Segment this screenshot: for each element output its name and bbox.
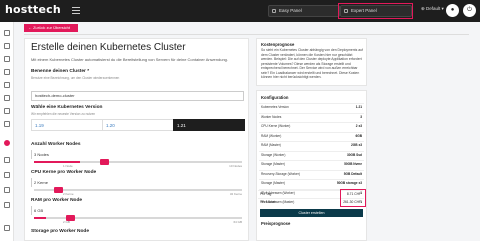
config-key: Recovery-Storage (Worker) — [261, 171, 300, 176]
create-cluster-button[interactable]: Cluster erstellen — [260, 209, 363, 217]
config-row: Storage (Worker) 30GB Ssd — [259, 150, 364, 158]
config-key: RAM (Worker) — [261, 133, 282, 138]
config-key: Worker Nodes — [261, 114, 282, 119]
ram-min: 2 GB — [63, 220, 70, 224]
config-row: RAM (Master) 2GB x3 — [259, 141, 364, 148]
cpu-thumb[interactable] — [54, 187, 63, 193]
config-value: 1.21 — [355, 105, 362, 109]
config-row: CPU Kerne (Worker) 2 x3 — [259, 122, 364, 129]
logout-icon[interactable]: ⏻ — [463, 4, 476, 17]
version-label: Wähle eine Kubernetes Version — [31, 105, 103, 110]
expert-panel-button[interactable]: Expert Panel — [340, 5, 412, 17]
easy-panel-button[interactable]: Easy Panel — [268, 5, 340, 17]
shield-icon[interactable] — [4, 121, 10, 127]
panel-icon — [272, 9, 276, 13]
config-key: CPU Kerne (Worker) — [261, 124, 291, 128]
config-row: Storage (Master) 50GB Nvme — [259, 160, 364, 167]
cluster-name-hint: Benutze eine Bezeichnung, um den Cluster… — [31, 76, 120, 80]
cpu-label: CPU Kerne pro Worker Node — [31, 170, 97, 175]
ram-max: 64 GB — [233, 220, 242, 224]
ram-slider[interactable] — [34, 215, 242, 221]
config-row: Recovery-Storage (Worker) 5GB Default — [259, 169, 364, 177]
config-value: 3 — [360, 114, 362, 119]
mail-icon[interactable] — [4, 108, 10, 114]
config-row: Worker Nodes 3 — [259, 112, 364, 120]
cost-forecast-note: So sieht ein Kubernetes Cluster abhängig… — [261, 48, 363, 79]
divider — [24, 34, 469, 35]
worker-nodes-slider[interactable] — [34, 159, 242, 165]
database-icon[interactable] — [4, 82, 10, 88]
page-description: Mit einem Kubernetes Cluster automatisie… — [31, 57, 228, 62]
version-option-1-21[interactable]: 1.21 — [173, 119, 245, 131]
config-key: Storage (Master) — [261, 181, 285, 185]
cloud-icon[interactable] — [4, 69, 10, 75]
ram-label: RAM pro Worker Node — [31, 198, 83, 203]
configuration-title: Konfiguration — [261, 95, 289, 100]
config-value: 50GB storage x3 — [336, 181, 362, 185]
menu-toggle-icon[interactable] — [72, 7, 80, 14]
top-navigation-bar: hosttech Easy Panel Expert Panel ⊕ Defau… — [0, 0, 480, 22]
config-row: RAM (Worker) 6GB — [259, 131, 364, 139]
page-title: Erstelle deinen Kubernetes Cluster — [31, 42, 186, 53]
worker-nodes-fill — [34, 161, 80, 163]
box-icon[interactable] — [4, 157, 10, 163]
summary-column: Kostenprognose So sieht ein Kubernetes C… — [256, 38, 367, 241]
worker-nodes-min: 1 Node — [63, 164, 73, 168]
easy-panel-label: Easy Panel — [279, 8, 302, 13]
config-value: 6GB — [355, 133, 362, 138]
ram-fill — [34, 217, 47, 219]
cluster-form: Erstelle deinen Kubernetes Cluster Mit e… — [24, 38, 249, 241]
cpu-min: 2 Kerne — [63, 192, 74, 196]
sidebar — [0, 22, 14, 241]
config-key: RAM (Master) — [261, 143, 281, 147]
panel-icon — [344, 9, 348, 13]
ram-value: 6 GB — [34, 208, 44, 213]
cluster-name-label: Benenne deinen Cluster * — [31, 69, 90, 74]
user-avatar-icon[interactable]: ● — [446, 4, 459, 17]
cpu-slider[interactable] — [34, 187, 242, 193]
config-value: 2GB x3 — [351, 143, 362, 147]
worker-nodes-max: 10 Nodes — [229, 164, 242, 168]
config-row: Storage (Master) 50GB storage x3 — [259, 179, 364, 186]
kubernetes-icon[interactable] — [4, 140, 10, 146]
cpu-max: 32 Kerne — [229, 192, 242, 196]
settings-icon[interactable] — [4, 172, 10, 178]
cpu-value: 2 Kerne — [34, 180, 49, 185]
config-value: 30GB Ssd — [346, 152, 362, 157]
config-key: Storage (Master) — [261, 162, 285, 166]
worker-nodes-label: Anzahl Worker Nodes — [31, 142, 81, 147]
help-icon[interactable] — [4, 225, 10, 231]
config-value: 50GB Nvme — [344, 162, 362, 166]
expert-panel-label: Expert Panel — [351, 8, 377, 13]
config-key: Storage (Worker) — [261, 152, 286, 157]
worker-nodes-thumb[interactable] — [99, 159, 109, 165]
price-key: Pro Tag — [260, 192, 272, 196]
version-option-1-20[interactable]: 1.20 — [102, 119, 174, 131]
grid-icon[interactable] — [4, 43, 10, 49]
language-selector[interactable]: ⊕ Default ▾ — [421, 6, 444, 12]
config-key: Kubernetes Version — [261, 105, 289, 109]
config-value: 5GB Default — [343, 171, 362, 176]
back-to-overview-button[interactable]: ← Zurück zur Übersicht — [24, 24, 78, 32]
home-icon[interactable] — [4, 30, 10, 36]
users-icon[interactable] — [4, 187, 10, 193]
storage-label: Storage pro Worker Node — [31, 229, 90, 234]
chart-icon[interactable] — [4, 202, 10, 208]
configuration-card: Konfiguration Kubernetes Version 1.21 Work… — [256, 90, 367, 241]
config-row: Kubernetes Version 1.21 — [259, 103, 364, 110]
version-option-1-19[interactable]: 1.19 — [31, 119, 103, 131]
config-value: 2 x3 — [355, 124, 362, 128]
worker-nodes-value: 3 Nodes — [34, 152, 49, 157]
cost-forecast-title: Kostenprognose — [261, 42, 295, 47]
globe-icon[interactable] — [4, 95, 10, 101]
cost-forecast-card: Kostenprognose So sieht ein Kubernetes C… — [256, 38, 367, 86]
version-hint: Wir empfehlen die neueste Version zu nut… — [31, 112, 96, 116]
cluster-name-input[interactable]: hosttech-demo-cluster — [31, 91, 244, 101]
price-forecast-title: Preisprognose — [261, 221, 291, 226]
price-key: Pro Monat — [260, 200, 276, 204]
server-icon[interactable] — [4, 56, 10, 62]
hosttech-logo[interactable]: hosttech — [5, 3, 61, 16]
price-highlight — [340, 189, 366, 207]
